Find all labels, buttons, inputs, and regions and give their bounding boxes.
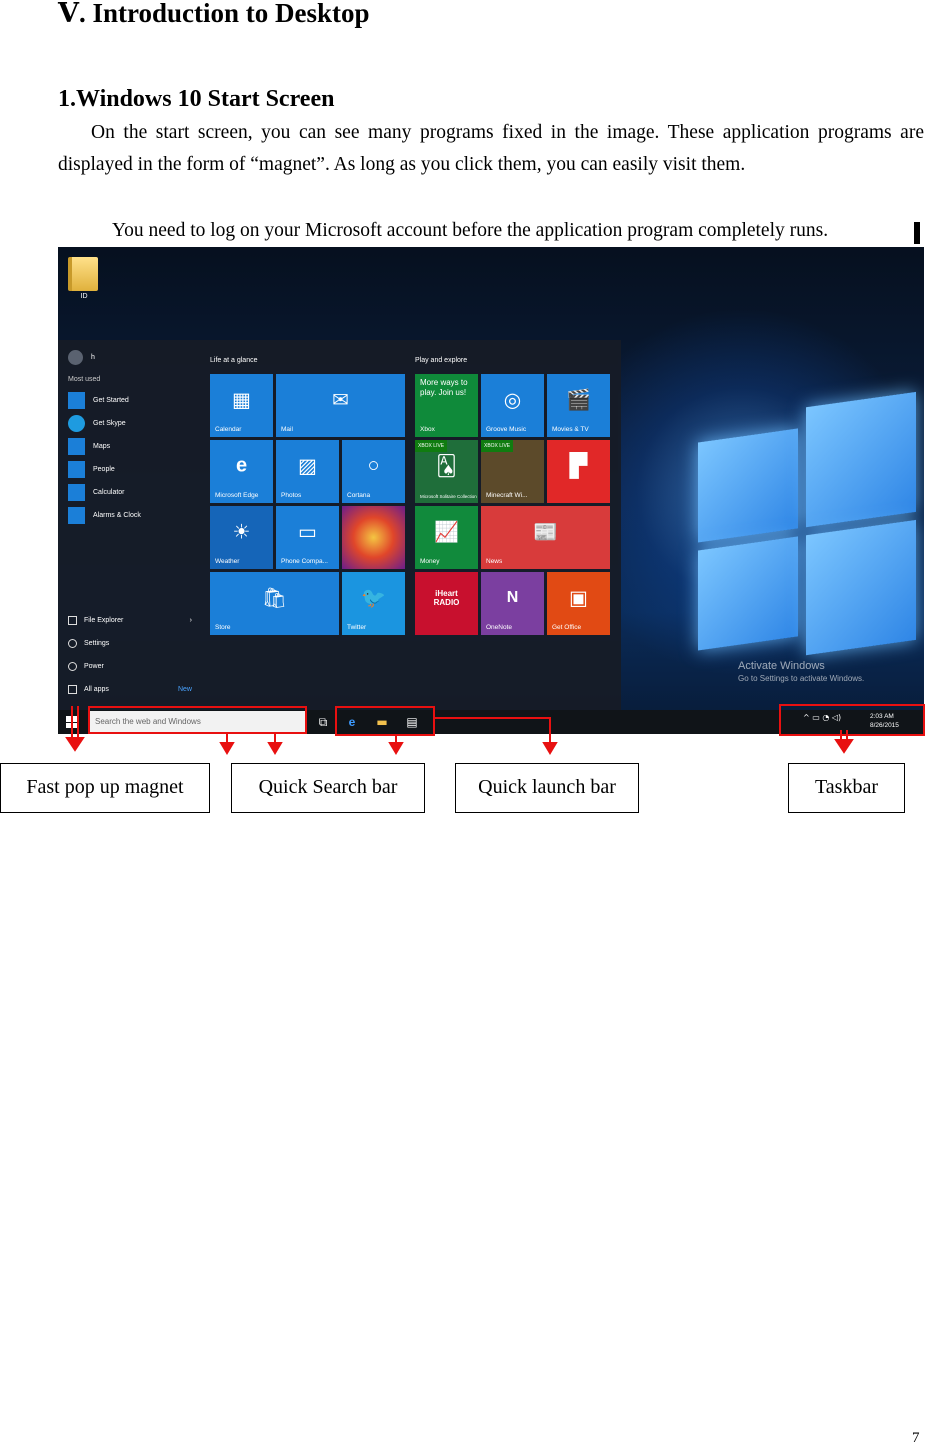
annotation-arrows	[65, 706, 854, 755]
callout-quick-launch-bar: Quick launch bar	[455, 763, 639, 813]
callout-taskbar: Taskbar	[788, 763, 905, 813]
page-number: 7	[912, 1430, 920, 1446]
callout-fast-popup-magnet: Fast pop up magnet	[0, 763, 210, 813]
callout-quick-search-bar: Quick Search bar	[231, 763, 425, 813]
